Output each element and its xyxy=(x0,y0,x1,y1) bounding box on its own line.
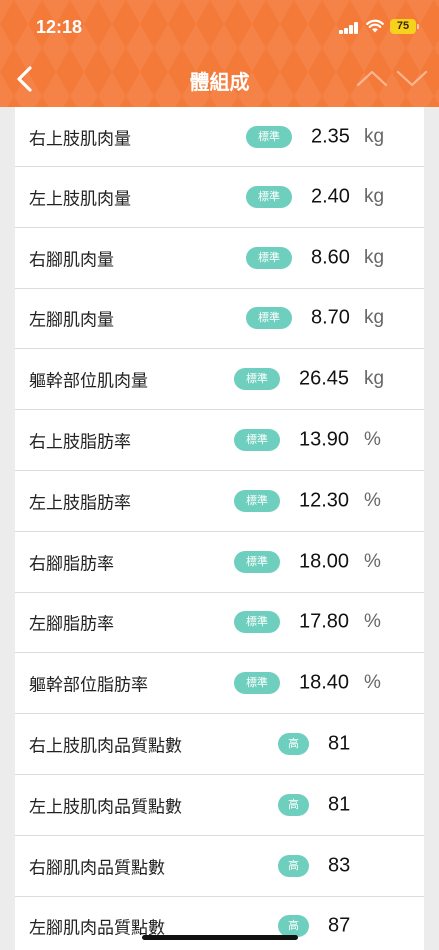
chevron-up-icon[interactable] xyxy=(356,70,388,87)
metric-unit: % xyxy=(364,550,381,572)
metric-value: 18.00 xyxy=(299,550,350,573)
metric-label: 右上肢脂肪率 xyxy=(29,432,131,453)
list-item: 右上肢肌肉量 標準 2.35 kg xyxy=(15,107,424,167)
metric-unit: % xyxy=(364,611,381,633)
metric-unit: % xyxy=(364,429,381,451)
list-item: 右上肢脂肪率 標準 13.90 % xyxy=(15,410,424,471)
metric-label: 軀幹部位脂肪率 xyxy=(29,675,148,696)
metric-unit: % xyxy=(364,489,381,511)
metric-unit: % xyxy=(364,672,381,694)
metric-value: 2.40 xyxy=(311,185,350,208)
metric-label: 軀幹部位肌肉量 xyxy=(29,371,148,392)
metric-label: 左上肢肌肉量 xyxy=(29,189,131,210)
metric-value: 81 xyxy=(328,732,351,755)
metric-value: 13.90 xyxy=(299,428,350,451)
metric-label: 左腳脂肪率 xyxy=(29,614,114,635)
list-item: 右腳肌肉量 標準 8.60 kg xyxy=(15,228,424,289)
list-item: 左腳肌肉量 標準 8.70 kg xyxy=(15,289,424,350)
metric-value: 8.70 xyxy=(311,306,350,329)
status-badge: 高 xyxy=(278,793,309,816)
status-badge: 高 xyxy=(278,733,309,756)
metric-value: 81 xyxy=(328,793,351,816)
status-badge: 標準 xyxy=(246,307,292,330)
status-badge: 標準 xyxy=(246,246,292,269)
list-item: 右腳脂肪率 標準 18.00 % xyxy=(15,532,424,593)
status-badge: 標準 xyxy=(234,672,280,695)
metric-value: 26.45 xyxy=(299,367,350,390)
status-badge: 高 xyxy=(278,854,309,877)
metric-unit: kg xyxy=(364,125,385,147)
app-header: 12:18 75 體組成 xyxy=(0,0,439,107)
metric-label: 右上肢肌肉品質點數 xyxy=(29,736,182,757)
metric-value: 2.35 xyxy=(311,125,350,147)
metric-unit: kg xyxy=(364,307,385,329)
metric-unit: kg xyxy=(364,246,385,268)
list-item: 軀幹部位脂肪率 標準 18.40 % xyxy=(15,653,424,715)
metric-value: 17.80 xyxy=(299,610,350,633)
status-badge: 標準 xyxy=(246,125,292,148)
nav-arrows xyxy=(356,70,428,87)
cellular-signal-icon xyxy=(339,21,359,34)
list-item: 右上肢肌肉品質點數 高 81 xyxy=(15,714,424,775)
metric-label: 右腳脂肪率 xyxy=(29,554,114,575)
home-indicator[interactable] xyxy=(142,935,298,940)
list-item: 軀幹部位肌肉量 標準 26.45 kg xyxy=(15,349,424,411)
status-badge: 標準 xyxy=(234,611,280,634)
list-item: 左上肢肌肉品質點數 高 81 xyxy=(15,775,424,836)
chevron-down-icon[interactable] xyxy=(396,70,428,87)
metric-value: 8.60 xyxy=(311,246,350,269)
metric-label: 左腳肌肉量 xyxy=(29,310,114,331)
metric-label: 左上肢肌肉品質點數 xyxy=(29,797,182,818)
list-item: 左腳脂肪率 標準 17.80 % xyxy=(15,593,424,654)
status-bar: 12:18 75 xyxy=(0,0,439,52)
status-badge: 標準 xyxy=(234,489,280,512)
metric-value: 18.40 xyxy=(299,671,350,694)
body-composition-list: 右上肢肌肉量 標準 2.35 kg 左上肢肌肉量 標準 2.40 kg 右腳肌肉… xyxy=(15,107,424,950)
wifi-icon xyxy=(366,19,384,33)
metric-value: 12.30 xyxy=(299,489,350,512)
status-badge: 標準 xyxy=(234,368,280,391)
list-item: 右腳肌肉品質點數 高 83 xyxy=(15,836,424,897)
metric-unit: kg xyxy=(364,185,385,207)
metric-label: 右上肢肌肉量 xyxy=(29,129,131,149)
metric-value: 87 xyxy=(328,914,351,937)
metric-label: 右腳肌肉量 xyxy=(29,250,114,271)
battery-icon: 75 xyxy=(390,19,416,34)
metric-unit: kg xyxy=(364,368,385,390)
metric-value: 83 xyxy=(328,854,351,877)
status-time: 12:18 xyxy=(36,17,83,37)
battery-cap xyxy=(417,24,419,29)
metric-label: 右腳肌肉品質點數 xyxy=(29,858,165,879)
list-item: 左上肢脂肪率 標準 12.30 % xyxy=(15,471,424,532)
metric-label: 左上肢脂肪率 xyxy=(29,493,131,514)
list-item: 左上肢肌肉量 標準 2.40 kg xyxy=(15,167,424,228)
status-badge: 標準 xyxy=(246,185,292,208)
status-badge: 標準 xyxy=(234,429,280,452)
list-item: 左腳肌肉品質點數 高 87 xyxy=(15,897,424,950)
status-badge: 標準 xyxy=(234,550,280,573)
